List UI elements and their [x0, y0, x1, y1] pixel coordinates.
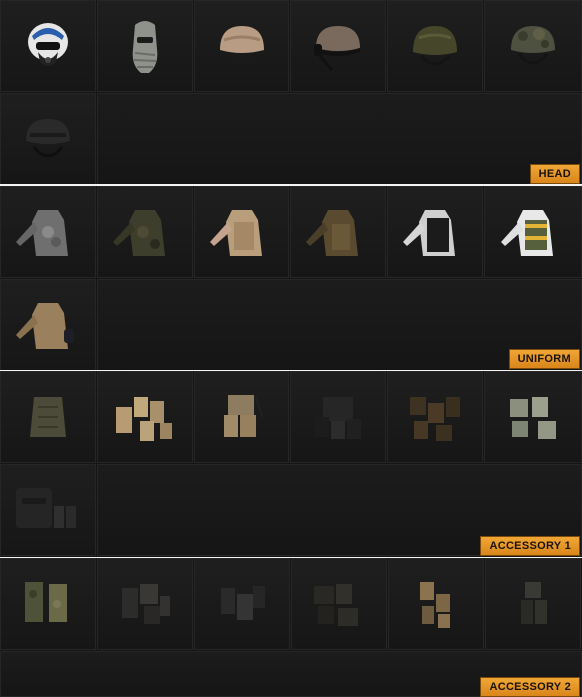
- accessory-1-slot-3[interactable]: [193, 371, 290, 463]
- headset-helmet-icon: [314, 26, 361, 71]
- section-label-accessory-2: ACCESSORY 2: [480, 677, 580, 697]
- black-tactical-helmet-icon: [26, 119, 70, 158]
- olive-combat-jacket-icon: [306, 210, 359, 256]
- head-slot-4[interactable]: [290, 0, 387, 92]
- head-slot-7[interactable]: [0, 93, 96, 184]
- uniform-row-1: [0, 186, 582, 278]
- grey-pouch-set-icon: [510, 397, 557, 439]
- accessory-1-slot-6[interactable]: [484, 371, 582, 463]
- tan-leg-pouches-icon: [420, 582, 450, 628]
- tan-pouch-set-icon: [115, 397, 172, 441]
- head-section: HEAD: [0, 0, 582, 184]
- section-label-head: HEAD: [529, 164, 580, 184]
- white-hivis-vest-icon: [501, 210, 554, 256]
- tan-combat-helmet-icon: [219, 26, 264, 65]
- tan-vest-shirt-icon: [209, 210, 262, 256]
- accessory-2-slot-3[interactable]: [194, 558, 290, 650]
- accessory-2-slot-5[interactable]: [388, 558, 484, 650]
- urban-camo-jacket-icon: [15, 210, 68, 256]
- head-slot-6[interactable]: [484, 0, 582, 92]
- black-vest-shirt-icon: [403, 210, 456, 256]
- head-empty-area: [97, 93, 582, 184]
- accessory-1-slot-5[interactable]: [387, 371, 484, 463]
- head-slot-2[interactable]: [96, 0, 193, 92]
- accessory-2-slot-6[interactable]: [485, 558, 581, 650]
- uniform-section: UNIFORM: [0, 186, 582, 370]
- accessory-1-slot-7[interactable]: [0, 464, 96, 556]
- black-tactical-vest-icon: [16, 488, 76, 528]
- section-label-accessory-1: ACCESSORY 1: [480, 536, 580, 556]
- head-slot-1[interactable]: [0, 0, 96, 92]
- accessory-2-row-1: [0, 558, 582, 650]
- uniform-slot-5[interactable]: [387, 186, 484, 278]
- uniform-slot-3[interactable]: [193, 186, 290, 278]
- uniform-slot-4[interactable]: [290, 186, 387, 278]
- uniform-slot-7[interactable]: [0, 279, 96, 370]
- shemagh-balaclava-icon: [132, 21, 158, 73]
- plate-carrier-icon: [29, 397, 66, 437]
- uniform-slot-2[interactable]: [96, 186, 193, 278]
- head-row-2: [0, 93, 582, 184]
- head-slot-5[interactable]: [387, 0, 484, 92]
- uniform-row-2: [0, 279, 582, 370]
- accessory-1-slot-1[interactable]: [0, 371, 96, 463]
- head-row-1: [0, 0, 582, 92]
- black-drop-leg-holster-icon: [221, 586, 265, 620]
- pilot-helmet-icon: [27, 23, 68, 66]
- olive-combat-helmet-icon: [413, 26, 458, 66]
- accessory-2-slot-4[interactable]: [291, 558, 387, 650]
- accessory-1-slot-4[interactable]: [290, 371, 387, 463]
- gear-selection-panel: HEAD UNIFORM ACCESSORY 1 ACCESSORY 2: [0, 0, 582, 697]
- brown-ammo-pouches-icon: [410, 397, 461, 441]
- camo-leg-holster-icon: [25, 582, 67, 622]
- section-label-uniform: UNIFORM: [508, 349, 580, 369]
- accessory-1-slot-2[interactable]: [96, 371, 193, 463]
- black-load-bearing-vest-icon: [315, 397, 362, 439]
- head-slot-3[interactable]: [193, 0, 290, 92]
- black-holster-set-icon: [122, 584, 170, 624]
- accessory-1-section: ACCESSORY 1: [0, 371, 582, 557]
- camo-combat-helmet-icon: [511, 26, 556, 65]
- accessory-2-slot-1[interactable]: [0, 558, 96, 650]
- chest-rig-icon: [223, 395, 263, 437]
- accessory-2-slot-2[interactable]: [97, 558, 193, 650]
- black-utility-pouch-icon: [521, 582, 547, 624]
- accessory-1-row-1: [0, 371, 582, 463]
- black-leg-pouches-icon: [314, 584, 358, 626]
- uniform-slot-1[interactable]: [0, 186, 96, 278]
- accessory-2-section: ACCESSORY 2: [0, 558, 582, 697]
- tan-combat-jacket-icon: [16, 303, 74, 349]
- woodland-camo-jacket-icon: [112, 210, 165, 256]
- uniform-slot-6[interactable]: [484, 186, 582, 278]
